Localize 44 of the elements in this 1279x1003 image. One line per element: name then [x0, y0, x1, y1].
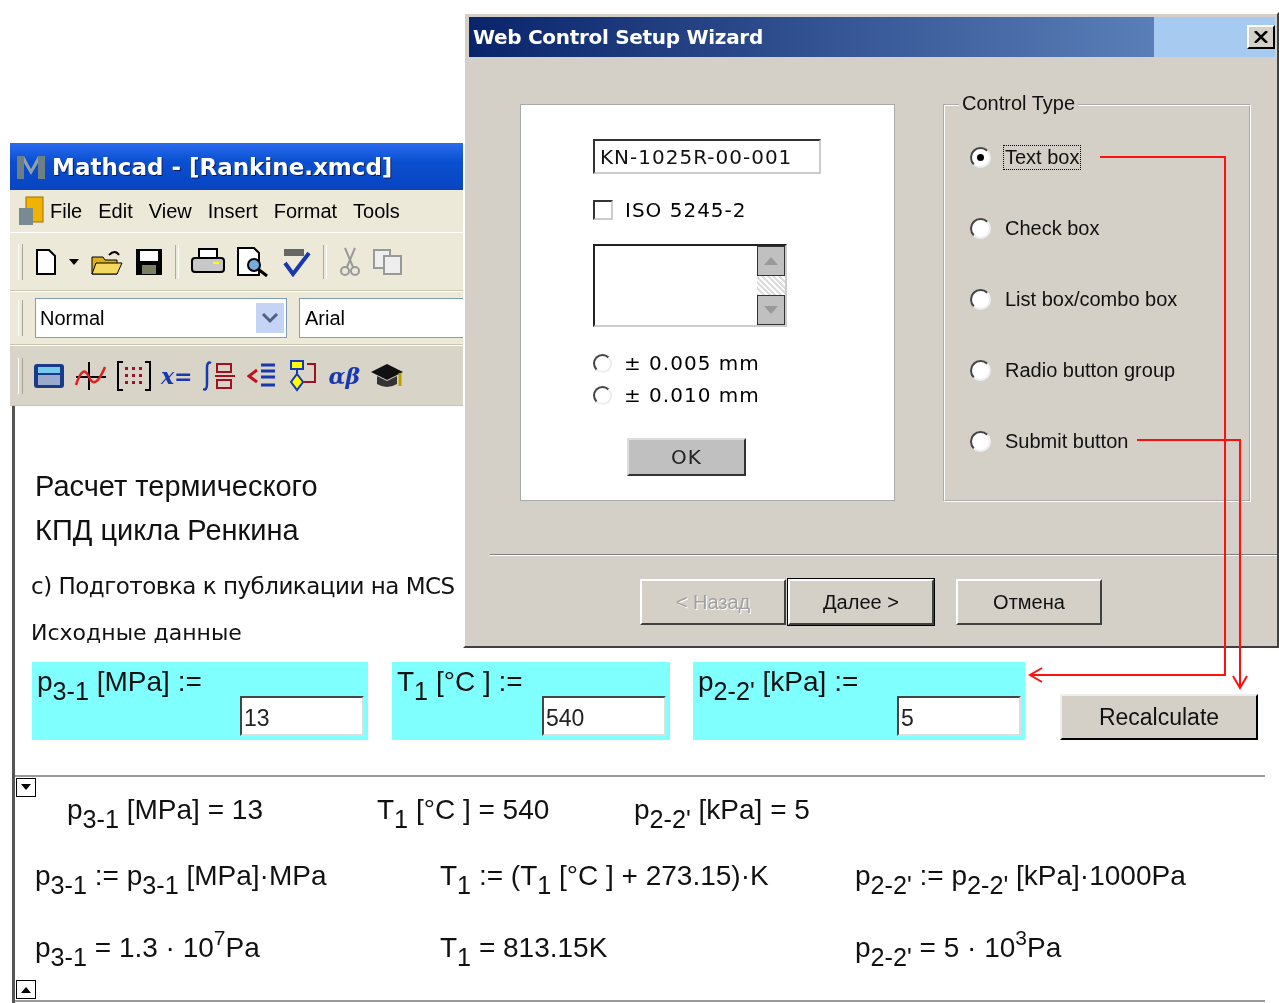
- greek-button[interactable]: αβ: [328, 362, 361, 389]
- evaluation-button[interactable]: x=: [161, 362, 193, 389]
- menu-item[interactable]: Tools: [349, 199, 412, 223]
- wizard-button[interactable]: Отмена: [956, 579, 1102, 625]
- math-expression: p$_{3-1}$ := p$_{3-1}$ [MPa]·MPa: [35, 860, 328, 892]
- radio-label: ± 0.005 mm: [624, 351, 760, 375]
- menu-item[interactable]: File: [46, 199, 95, 223]
- radio-label: ± 0.010 mm: [624, 383, 760, 407]
- input-field[interactable]: 5: [897, 696, 1021, 736]
- menu-item[interactable]: View: [144, 199, 204, 223]
- math-expression: p$_{3-1}$ = 1.3 · 10$^{7}$Pa: [35, 932, 261, 964]
- subheading: с) Подготовка к публикации на MCS: [31, 572, 455, 601]
- radio-label: Text box: [1003, 145, 1082, 170]
- checkbox-label: ISO 5245-2: [625, 198, 747, 222]
- math-expression: p$_{2-2'}$ [kPa] = 5: [634, 794, 811, 826]
- input-field[interactable]: 540: [542, 696, 666, 736]
- dialog-title: Web Control Setup Wizard: [473, 25, 763, 49]
- math-expression: p$_{3-1}$ [MPa] = 13: [67, 794, 264, 826]
- menu-item[interactable]: Edit: [94, 199, 145, 223]
- heading: Расчет термического: [35, 469, 318, 504]
- math-expression: T$_{1}$ [°C ] = 540: [377, 794, 551, 826]
- radio-label: Radio button group: [1004, 358, 1177, 383]
- variable-label: p$_{3-1}$ [MPa] :=: [37, 666, 202, 698]
- menu-item[interactable]: Insert: [203, 199, 270, 223]
- heading: КПД цикла Ренкина: [35, 513, 299, 548]
- ok-button[interactable]: OK: [627, 438, 746, 476]
- radio-label: Check box: [1004, 216, 1101, 241]
- variable-label: T$_{1}$ [°C ] :=: [397, 666, 523, 698]
- math-expression: T$_{1}$ = 813.15K: [440, 932, 609, 964]
- style-dropdown[interactable]: Normal: [35, 298, 287, 338]
- math-expression: p$_{2-2'}$ = 5 · 10$^{3}$Pa: [855, 932, 1063, 964]
- radio-label: List box/combo box: [1004, 287, 1179, 312]
- menu-item[interactable]: Format: [269, 199, 350, 223]
- group-title: Control Type: [959, 92, 1079, 115]
- math-expression: p$_{2-2'}$ := p$_{2-2'}$ [kPa]·1000Pa: [855, 860, 1187, 892]
- math-expression: T$_{1}$ := (T$_{1}$ [°C ] + 273.15)·K: [440, 860, 770, 892]
- window-title: Mathcad - [Rankine.xmcd]: [52, 153, 393, 180]
- recalculate-button[interactable]: Recalculate: [1060, 694, 1258, 740]
- radio-label: Submit button: [1004, 429, 1130, 454]
- section-label: Исходные данные: [31, 619, 242, 647]
- text-field[interactable]: KN-1025R-00-001: [593, 139, 821, 174]
- input-field[interactable]: 13: [240, 696, 364, 736]
- variable-label: p$_{2-2'}$ [kPa] :=: [698, 666, 859, 698]
- wizard-button[interactable]: Далее >: [788, 579, 934, 625]
